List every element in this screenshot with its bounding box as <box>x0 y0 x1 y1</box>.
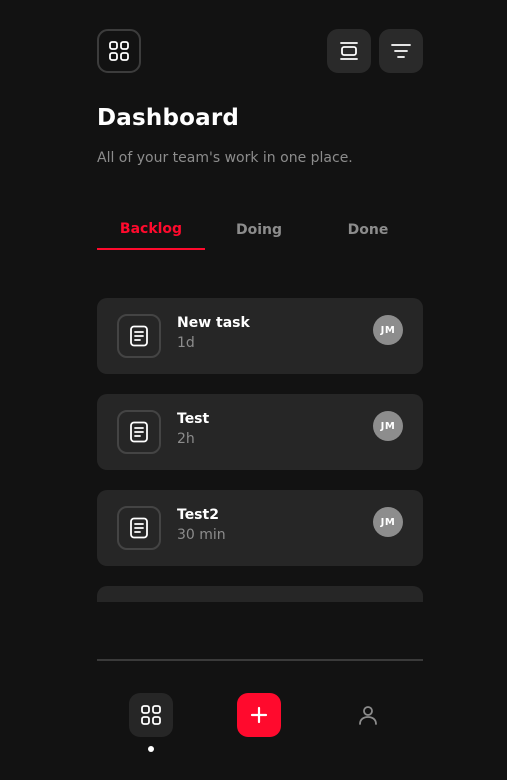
task-duration: 2h <box>177 431 195 447</box>
document-icon <box>117 410 161 454</box>
bottom-nav-divider <box>97 659 423 661</box>
tab-doing[interactable]: Doing <box>205 210 313 250</box>
user-icon <box>357 704 379 726</box>
align-center-icon <box>338 40 360 62</box>
page-title: Dashboard <box>97 105 240 131</box>
task-card[interactable]: Test2 30 min JM <box>97 490 423 566</box>
task-duration: 1d <box>177 335 195 351</box>
document-icon <box>117 314 161 358</box>
active-indicator-dot <box>148 746 154 752</box>
layout-button[interactable] <box>327 29 371 73</box>
dashboard-menu-button[interactable] <box>97 29 141 73</box>
avatar: JM <box>373 507 403 537</box>
tab-backlog[interactable]: Backlog <box>97 210 205 250</box>
task-duration: 30 min <box>177 527 226 543</box>
nav-dashboard-button[interactable] <box>129 693 173 737</box>
task-title: New task <box>177 315 250 331</box>
avatar: JM <box>373 315 403 345</box>
task-card[interactable]: Test 2h JM <box>97 394 423 470</box>
filter-button[interactable] <box>379 29 423 73</box>
document-icon <box>117 506 161 550</box>
status-tabs: Backlog Doing Done <box>97 210 423 250</box>
avatar: JM <box>373 411 403 441</box>
grid-icon <box>140 704 162 726</box>
page-subtitle: All of your team's work in one place. <box>97 150 353 166</box>
plus-icon <box>249 705 269 725</box>
filter-icon <box>390 40 412 62</box>
task-card-partial[interactable] <box>97 586 423 602</box>
tab-done[interactable]: Done <box>314 210 422 250</box>
task-title: Test2 <box>177 507 219 523</box>
grid-icon <box>108 40 130 62</box>
task-title: Test <box>177 411 210 427</box>
add-task-button[interactable] <box>237 693 281 737</box>
task-card[interactable]: New task 1d JM <box>97 298 423 374</box>
nav-profile-button[interactable] <box>346 693 390 737</box>
